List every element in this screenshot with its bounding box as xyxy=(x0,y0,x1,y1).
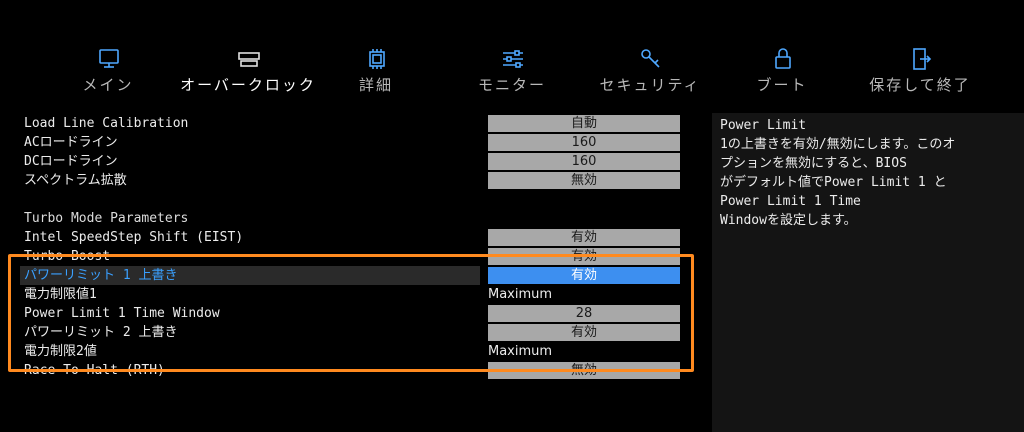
setting-label: Load Line Calibration xyxy=(24,116,189,131)
setting-value[interactable]: Maximum xyxy=(488,286,680,303)
setting-value[interactable]: 有効 xyxy=(488,267,680,284)
tab-label: メイン xyxy=(82,76,134,94)
setting-label: 電力制限値1 xyxy=(24,287,97,302)
strike-line xyxy=(20,256,690,257)
tab-boot[interactable]: ブート xyxy=(722,40,842,100)
setting-pl2-value[interactable]: 電力制限2値 Maximum xyxy=(20,342,690,361)
help-line: Power Limit 1 Time xyxy=(720,194,861,209)
setting-pl1-time-window[interactable]: Power Limit 1 Time Window 28 xyxy=(20,304,690,323)
setting-label: スペクトラム拡散 xyxy=(24,173,127,188)
setting-value[interactable]: 160 xyxy=(488,134,680,151)
help-panel: Power Limit 1の上書きを有効/無効にします。このオ プションを無効に… xyxy=(712,113,1024,432)
tab-overclock[interactable]: オーバークロック xyxy=(180,40,314,100)
setting-value[interactable]: 有効 xyxy=(488,229,680,246)
setting-value[interactable]: Maximum xyxy=(488,343,680,360)
setting-label: パワーリミット 1 上書き xyxy=(24,268,178,283)
setting-label: パワーリミット 2 上書き xyxy=(24,325,178,340)
setting-race-to-halt[interactable]: Race To Halt (RTH) 無効 xyxy=(20,361,690,380)
setting-turbo-boost[interactable]: Turbo Boost 有効 xyxy=(20,247,690,266)
setting-value[interactable]: 28 xyxy=(488,305,680,322)
sliders-icon xyxy=(500,46,526,72)
setting-pl1-value[interactable]: 電力制限値1 Maximum xyxy=(20,285,690,304)
setting-load-line-calibration[interactable]: Load Line Calibration 自動 xyxy=(20,114,690,133)
help-line: 1の上書きを有効/無効にします。このオ xyxy=(720,137,956,152)
tab-label: ブート xyxy=(756,76,808,94)
setting-dc-loadline[interactable]: DCロードライン 160 xyxy=(20,152,690,171)
strike-line xyxy=(20,370,690,371)
setting-ac-loadline[interactable]: ACロードライン 160 xyxy=(20,133,690,152)
tab-label: 保存して終了 xyxy=(869,76,971,94)
setting-label: Power Limit 1 Time Window xyxy=(24,306,220,321)
setting-spread-spectrum[interactable]: スペクトラム拡散 無効 xyxy=(20,171,690,190)
setting-value[interactable]: 無効 xyxy=(488,172,680,189)
setting-label: ACロードライン xyxy=(24,135,118,150)
section-heading-turbo: Turbo Mode Parameters xyxy=(20,209,690,228)
lock-icon xyxy=(770,46,796,72)
tab-label: モニター xyxy=(477,76,546,94)
tab-advanced[interactable]: 詳細 xyxy=(316,40,436,100)
section-title: Turbo Mode Parameters xyxy=(24,211,189,226)
setting-value[interactable]: 160 xyxy=(488,153,680,170)
setting-eist[interactable]: Intel SpeedStep Shift (EIST) 有効 xyxy=(20,228,690,247)
tab-main[interactable]: メイン xyxy=(48,40,168,100)
chip-icon xyxy=(364,46,390,72)
setting-value[interactable]: 自動 xyxy=(488,115,680,132)
top-nav: メイン オーバークロック 詳細 モニター セキュリティ ブート 保存して終了 xyxy=(0,40,1024,100)
setting-label: DCロードライン xyxy=(24,154,118,169)
setting-label: Intel SpeedStep Shift (EIST) xyxy=(24,230,244,245)
settings-list: Load Line Calibration 自動 ACロードライン 160 DC… xyxy=(20,114,690,380)
help-line: プションを無効にすると、BIOS xyxy=(720,156,907,171)
tab-save-exit[interactable]: 保存して終了 xyxy=(860,40,980,100)
monitor-icon xyxy=(96,46,122,72)
exit-door-icon xyxy=(908,46,934,72)
key-icon xyxy=(638,46,664,72)
setting-value[interactable]: 有効 xyxy=(488,324,680,341)
tab-monitor[interactable]: モニター xyxy=(452,40,572,100)
help-line: がデフォルト値でPower Limit 1 と xyxy=(720,175,947,190)
setting-pl1-override[interactable]: パワーリミット 1 上書き 有効 xyxy=(20,266,690,285)
help-line: Windowを設定します。 xyxy=(720,213,857,228)
setting-pl2-override[interactable]: パワーリミット 2 上書き 有効 xyxy=(20,323,690,342)
setting-label: 電力制限2値 xyxy=(24,344,97,359)
tab-security[interactable]: セキュリティ xyxy=(590,40,710,100)
help-title: Power Limit xyxy=(720,118,807,133)
memory-module-icon xyxy=(236,46,262,72)
